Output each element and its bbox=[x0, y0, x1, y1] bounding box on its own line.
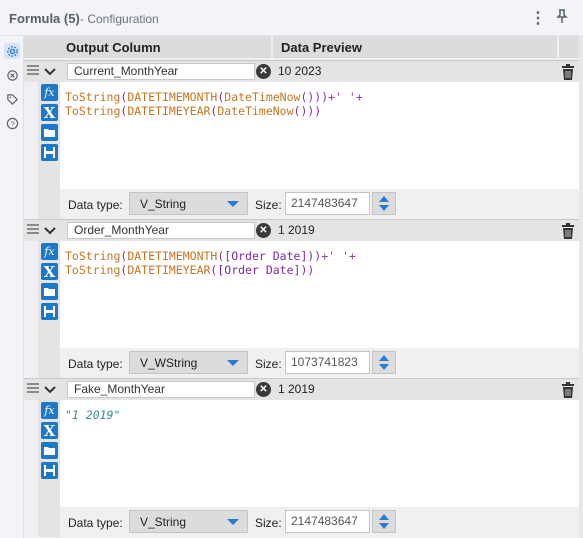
title-bar: Formula (5) - Configuration ⋮ bbox=[0, 0, 583, 36]
tag-icon[interactable] bbox=[4, 91, 20, 107]
size-stepper[interactable] bbox=[372, 510, 396, 533]
trash-icon[interactable] bbox=[561, 64, 575, 80]
formula-block-1: Current_MonthYear ✕ 10 2023 fx X ToStrin… bbox=[24, 60, 583, 219]
chevron-down-icon[interactable] bbox=[43, 224, 57, 238]
data-type-label: Data type: bbox=[68, 516, 123, 530]
window-title: Formula (5) bbox=[9, 11, 80, 26]
tool-settings-icon[interactable] bbox=[4, 67, 20, 83]
header-output-column[interactable]: Output Column bbox=[38, 36, 271, 58]
size-label: Size: bbox=[255, 516, 282, 530]
config-sidebar: ? bbox=[0, 36, 24, 538]
data-type-row: Data type: V_WString Size: 1073741823 bbox=[60, 348, 583, 378]
svg-text:?: ? bbox=[10, 119, 14, 128]
expression-line-2: ToString(DATETIMEYEAR([Order Date])) bbox=[65, 263, 315, 277]
chevron-down-icon[interactable] bbox=[43, 65, 57, 79]
step-down-icon[interactable] bbox=[379, 523, 389, 529]
data-type-select[interactable]: V_WString bbox=[129, 351, 248, 374]
size-stepper[interactable] bbox=[372, 351, 396, 374]
functions-icon[interactable]: fx bbox=[41, 84, 58, 101]
data-preview-value: 10 2023 bbox=[278, 64, 322, 78]
data-type-value: V_String bbox=[140, 197, 187, 211]
header-data-preview[interactable]: Data Preview bbox=[273, 36, 557, 58]
data-type-value: V_String bbox=[140, 515, 187, 529]
formula-grid: Output Column Data Preview Current_Month… bbox=[24, 36, 583, 538]
data-type-row: Data type: V_String Size: 2147483647 bbox=[60, 189, 583, 219]
clear-icon[interactable]: ✕ bbox=[256, 64, 271, 79]
save-icon[interactable] bbox=[41, 462, 58, 479]
gear-icon[interactable] bbox=[4, 43, 20, 59]
data-preview-value: 1 2019 bbox=[278, 223, 315, 237]
editor-toolstrip: fx X bbox=[38, 82, 60, 219]
formula-header-row: Current_MonthYear ✕ 10 2023 bbox=[24, 60, 583, 82]
clear-icon[interactable]: ✕ bbox=[256, 223, 271, 238]
data-type-value: V_WString bbox=[140, 356, 198, 370]
columns-variables-icon[interactable]: X bbox=[41, 104, 58, 122]
size-label: Size: bbox=[255, 357, 282, 371]
size-input[interactable]: 1073741823 bbox=[285, 351, 370, 374]
data-type-select[interactable]: V_String bbox=[129, 510, 248, 533]
expression-line-2: ToString(DATETIMEYEAR(DateTimeNow())) bbox=[65, 104, 322, 118]
pin-icon[interactable] bbox=[556, 9, 568, 27]
editor-toolstrip: fx X bbox=[38, 241, 60, 378]
dropdown-caret-icon bbox=[227, 519, 239, 525]
dropdown-caret-icon bbox=[227, 360, 239, 366]
help-icon[interactable]: ? bbox=[4, 115, 20, 131]
output-column-field[interactable]: Order_MonthYear bbox=[67, 222, 255, 239]
data-type-label: Data type: bbox=[68, 357, 123, 371]
output-column-field[interactable]: Fake_MonthYear bbox=[67, 381, 255, 398]
formula-block-3: Fake_MonthYear ✕ 1 2019 fx X "1 2019" Da… bbox=[24, 378, 583, 537]
more-menu-icon[interactable]: ⋮ bbox=[530, 8, 546, 28]
expression-line-1: ToString(DATETIMEMONTH(DateTimeNow()))+'… bbox=[65, 90, 363, 104]
size-input[interactable]: 2147483647 bbox=[285, 510, 370, 533]
columns-variables-icon[interactable]: X bbox=[41, 422, 58, 440]
drag-handle-icon[interactable] bbox=[27, 65, 39, 77]
dropdown-caret-icon bbox=[227, 201, 239, 207]
trash-icon[interactable] bbox=[561, 382, 575, 398]
chevron-down-icon[interactable] bbox=[43, 383, 57, 397]
data-preview-value: 1 2019 bbox=[278, 382, 315, 396]
clear-icon[interactable]: ✕ bbox=[256, 382, 271, 397]
functions-icon[interactable]: fx bbox=[41, 402, 58, 419]
columns-variables-icon[interactable]: X bbox=[41, 263, 58, 281]
step-up-icon[interactable] bbox=[379, 514, 389, 520]
size-label: Size: bbox=[255, 198, 282, 212]
data-type-label: Data type: bbox=[68, 198, 123, 212]
output-column-field[interactable]: Current_MonthYear bbox=[67, 63, 255, 80]
data-preview-label: Data Preview bbox=[281, 40, 362, 55]
data-type-row: Data type: V_String Size: 2147483647 bbox=[60, 507, 583, 537]
open-folder-icon[interactable] bbox=[41, 442, 58, 459]
formula-header-row: Fake_MonthYear ✕ 1 2019 bbox=[24, 378, 583, 400]
open-folder-icon[interactable] bbox=[41, 124, 58, 141]
formula-block-2: Order_MonthYear ✕ 1 2019 fx X ToString(D… bbox=[24, 219, 583, 378]
step-up-icon[interactable] bbox=[379, 355, 389, 361]
header-gutter bbox=[24, 36, 38, 58]
save-icon[interactable] bbox=[41, 303, 58, 320]
vertical-scrollbar[interactable] bbox=[579, 36, 583, 538]
expression-literal: "1 2019" bbox=[65, 408, 121, 422]
expression-line-1: ToString(DATETIMEMONTH([Order Date]))+' … bbox=[65, 249, 356, 263]
functions-icon[interactable]: fx bbox=[41, 243, 58, 260]
save-icon[interactable] bbox=[41, 144, 58, 161]
editor-toolstrip: fx X bbox=[38, 400, 60, 537]
data-type-select[interactable]: V_String bbox=[129, 192, 248, 215]
output-column-label: Output Column bbox=[66, 40, 161, 55]
drag-handle-icon[interactable] bbox=[27, 383, 39, 395]
size-stepper[interactable] bbox=[372, 192, 396, 215]
step-down-icon[interactable] bbox=[379, 205, 389, 211]
window-subtitle: - Configuration bbox=[80, 12, 159, 26]
drag-handle-icon[interactable] bbox=[27, 224, 39, 236]
size-input[interactable]: 2147483647 bbox=[285, 192, 370, 215]
step-up-icon[interactable] bbox=[379, 196, 389, 202]
trash-icon[interactable] bbox=[561, 223, 575, 239]
open-folder-icon[interactable] bbox=[41, 283, 58, 300]
formula-header-row: Order_MonthYear ✕ 1 2019 bbox=[24, 219, 583, 241]
step-down-icon[interactable] bbox=[379, 364, 389, 370]
